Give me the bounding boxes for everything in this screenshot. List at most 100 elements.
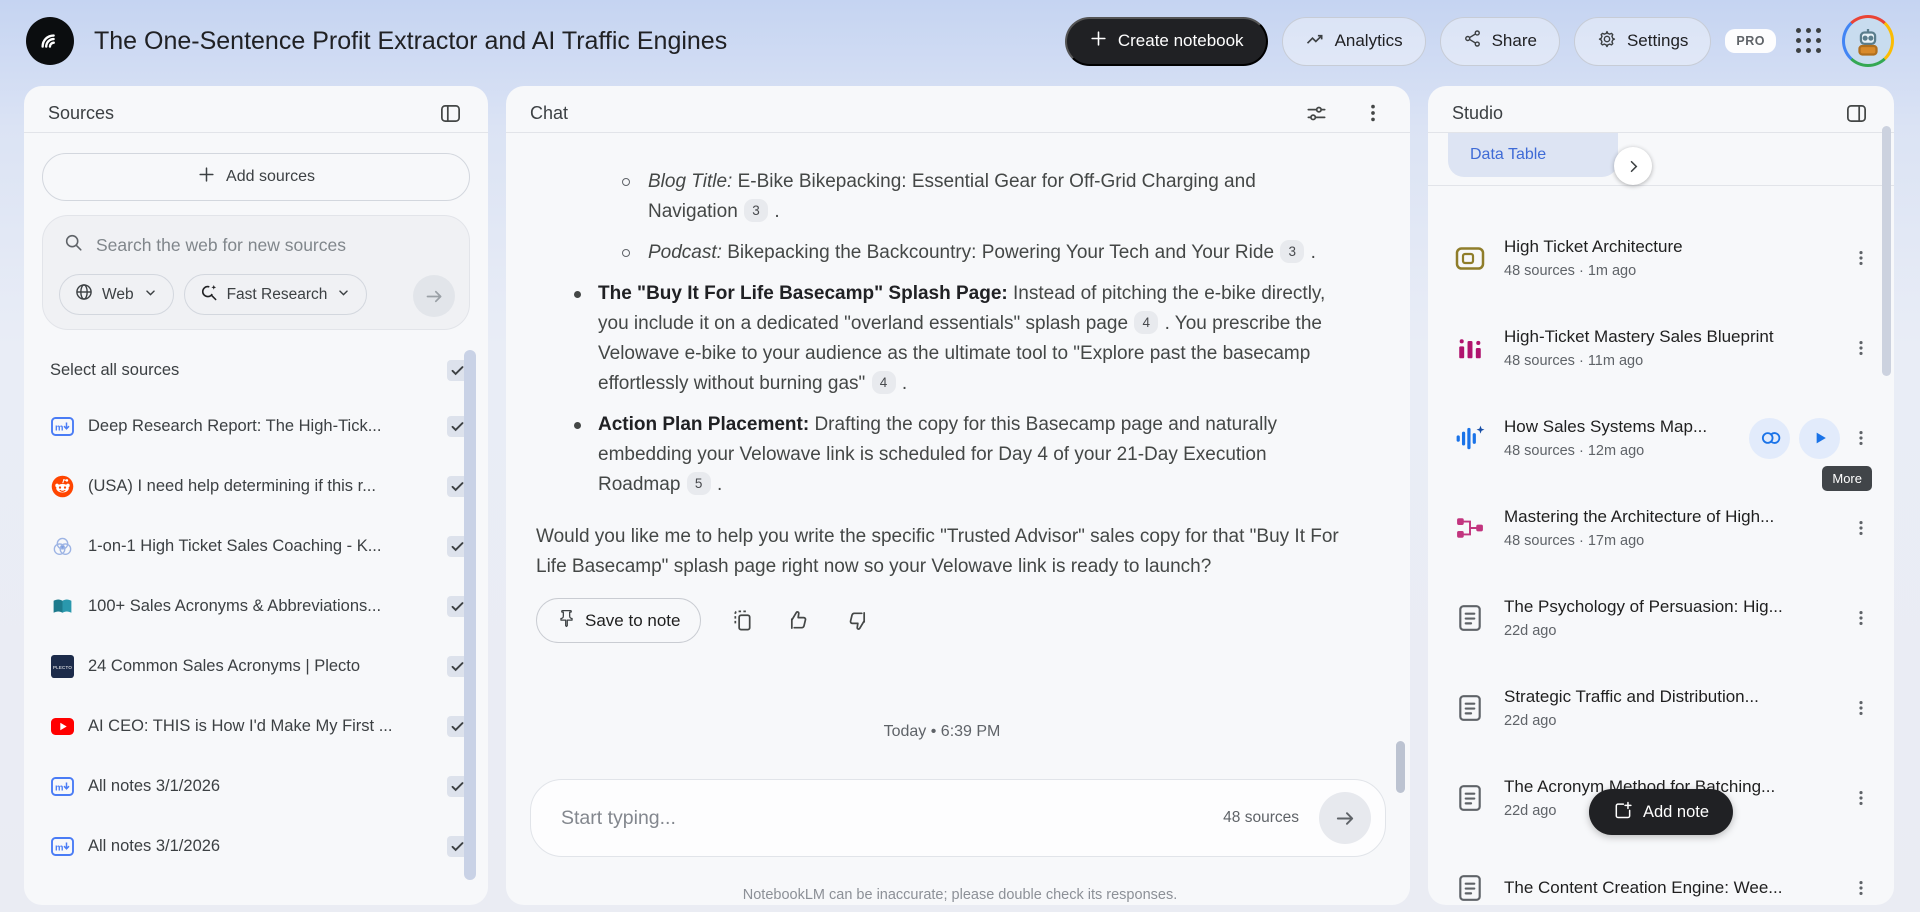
gear-icon bbox=[1597, 29, 1617, 54]
share-button[interactable]: Share bbox=[1440, 17, 1560, 66]
thumbs-up-icon[interactable] bbox=[784, 605, 815, 636]
studio-output-item[interactable]: Mastering the Architecture of High... 48… bbox=[1428, 483, 1894, 573]
studio-panel-title: Studio bbox=[1452, 103, 1503, 124]
chat-text-input[interactable] bbox=[561, 807, 1223, 830]
item-more-menu-icon[interactable] bbox=[1846, 240, 1876, 276]
thumbs-down-icon[interactable] bbox=[841, 605, 872, 636]
source-list-item[interactable]: m All notes 3/1/2026 bbox=[24, 756, 488, 816]
mindmap-icon bbox=[1454, 515, 1486, 541]
settings-button[interactable]: Settings bbox=[1574, 17, 1711, 66]
pro-badge: PRO bbox=[1725, 29, 1776, 53]
select-all-label: Select all sources bbox=[50, 361, 179, 380]
source-list: m Deep Research Report: The High-Tick...… bbox=[24, 396, 488, 876]
chat-settings-tune-icon[interactable] bbox=[1301, 98, 1332, 129]
book-icon bbox=[50, 595, 74, 618]
select-all-row: Select all sources bbox=[24, 352, 488, 388]
studio-panel: Studio Data Table High Ticket Architectu… bbox=[1428, 86, 1894, 905]
bar-chart-icon bbox=[1454, 335, 1486, 361]
plus-icon bbox=[197, 165, 216, 189]
source-list-item[interactable]: AI CEO: THIS is How I'd Make My First ..… bbox=[24, 696, 488, 756]
sparkle-search-icon bbox=[199, 282, 219, 307]
copy-icon[interactable] bbox=[727, 605, 758, 636]
studio-output-item[interactable]: Strategic Traffic and Distribution... 22… bbox=[1428, 663, 1894, 753]
reddit-icon bbox=[50, 475, 74, 498]
chip-carousel-next-button[interactable] bbox=[1614, 147, 1652, 185]
chevron-down-icon bbox=[142, 284, 159, 306]
collapse-sources-panel-icon[interactable] bbox=[435, 98, 466, 129]
item-more-menu-icon[interactable] bbox=[1846, 330, 1876, 366]
analytics-button[interactable]: Analytics bbox=[1282, 17, 1426, 66]
item-more-menu-icon[interactable] bbox=[1846, 510, 1876, 546]
waveform-icon bbox=[1454, 424, 1486, 452]
studio-output-chipbar: Data Table bbox=[1428, 133, 1894, 186]
markdown-note-icon: m bbox=[50, 837, 74, 856]
data-table-chip[interactable]: Data Table bbox=[1448, 133, 1618, 177]
item-more-menu-icon[interactable] bbox=[1846, 690, 1876, 726]
source-list-item[interactable]: 100+ Sales Acronyms & Abbreviations... bbox=[24, 576, 488, 636]
youtube-icon bbox=[50, 718, 74, 735]
report-icon bbox=[1454, 784, 1486, 812]
item-more-menu-icon[interactable] bbox=[1846, 600, 1876, 636]
report-icon bbox=[1454, 604, 1486, 632]
disclaimer-text: NotebookLM can be inaccurate; please dou… bbox=[0, 887, 1920, 903]
item-more-menu-icon[interactable] bbox=[1846, 420, 1876, 456]
source-list-item[interactable]: (USA) I need help determining if this r.… bbox=[24, 456, 488, 516]
interactive-mode-button[interactable] bbox=[1749, 418, 1790, 459]
research-mode-dropdown[interactable]: Fast Research bbox=[184, 274, 368, 315]
markdown-note-icon: m bbox=[50, 417, 74, 436]
search-submit-button[interactable] bbox=[413, 275, 455, 317]
account-avatar[interactable] bbox=[1842, 15, 1894, 67]
bullet-marker bbox=[622, 249, 630, 257]
plus-icon bbox=[1089, 29, 1108, 53]
citation-chip[interactable]: 3 bbox=[744, 199, 768, 222]
citation-chip[interactable]: 5 bbox=[687, 472, 711, 495]
chat-paragraph: Would you like me to help you write the … bbox=[536, 522, 1348, 582]
source-list-item[interactable]: 1-on-1 High Ticket Sales Coaching - K... bbox=[24, 516, 488, 576]
studio-scrollbar[interactable] bbox=[1882, 126, 1891, 376]
notebooklm-logo-icon[interactable] bbox=[26, 17, 74, 65]
chat-input-bar: 48 sources bbox=[530, 779, 1386, 857]
play-audio-button[interactable] bbox=[1799, 418, 1840, 459]
chevron-down-icon bbox=[335, 284, 352, 306]
svg-text:PLECTO: PLECTO bbox=[52, 664, 71, 669]
assistant-message: Blog Title: E-Bike Bikepacking: Essentia… bbox=[536, 167, 1348, 582]
web-filter-dropdown[interactable]: Web bbox=[59, 274, 174, 315]
source-list-item[interactable]: PLECTO 24 Common Sales Acronyms | Plecto bbox=[24, 636, 488, 696]
add-note-button[interactable]: Add note bbox=[1589, 789, 1733, 835]
send-message-button[interactable] bbox=[1319, 792, 1371, 844]
source-count-label: 48 sources bbox=[1223, 809, 1299, 827]
chat-more-menu-icon[interactable] bbox=[1358, 98, 1388, 128]
sources-panel: Sources Add sources Search the web for n… bbox=[24, 86, 488, 905]
table-icon bbox=[1454, 246, 1486, 271]
studio-output-item[interactable]: High-Ticket Mastery Sales Blueprint 48 s… bbox=[1428, 303, 1894, 393]
citation-chip[interactable]: 4 bbox=[1134, 311, 1158, 334]
source-list-item[interactable]: m All notes 3/1/2026 bbox=[24, 816, 488, 876]
item-more-menu-icon[interactable] bbox=[1846, 780, 1876, 816]
bullet-marker bbox=[574, 422, 581, 429]
trending-up-icon bbox=[1305, 29, 1325, 54]
chat-panel: Chat Blog Title: E-Bike Bikepacking: Ess… bbox=[506, 86, 1410, 905]
sources-scrollbar[interactable] bbox=[464, 350, 476, 880]
web-search-card: Search the web for new sources Web Fast … bbox=[42, 215, 470, 330]
create-notebook-button[interactable]: Create notebook bbox=[1065, 17, 1268, 66]
chat-scrollbar[interactable] bbox=[1396, 741, 1405, 793]
markdown-note-icon: m bbox=[50, 777, 74, 796]
chat-bullet: Blog Title: E-Bike Bikepacking: Essentia… bbox=[536, 167, 1348, 227]
avatar-robot-image bbox=[1845, 18, 1891, 64]
chat-bullet: Action Plan Placement: Drafting the copy… bbox=[536, 410, 1348, 500]
venn-icon bbox=[50, 535, 74, 558]
citation-chip[interactable]: 4 bbox=[872, 371, 896, 394]
notebook-title[interactable]: The One-Sentence Profit Extractor and AI… bbox=[94, 27, 727, 56]
add-sources-button[interactable]: Add sources bbox=[42, 153, 470, 201]
search-placeholder: Search the web for new sources bbox=[96, 235, 346, 256]
studio-output-item[interactable]: The Psychology of Persuasion: Hig... 22d… bbox=[1428, 573, 1894, 663]
source-list-item[interactable]: m Deep Research Report: The High-Tick... bbox=[24, 396, 488, 456]
collapse-studio-panel-icon[interactable] bbox=[1841, 98, 1872, 129]
google-apps-grid-icon[interactable] bbox=[1796, 28, 1822, 54]
studio-output-item[interactable]: High Ticket Architecture 48 sources · 1m… bbox=[1428, 213, 1894, 303]
citation-chip[interactable]: 3 bbox=[1280, 240, 1304, 263]
save-to-note-button[interactable]: Save to note bbox=[536, 598, 701, 643]
chat-panel-title: Chat bbox=[530, 103, 568, 124]
search-input[interactable]: Search the web for new sources bbox=[59, 232, 453, 258]
chat-message-area[interactable]: Blog Title: E-Bike Bikepacking: Essentia… bbox=[536, 134, 1392, 775]
